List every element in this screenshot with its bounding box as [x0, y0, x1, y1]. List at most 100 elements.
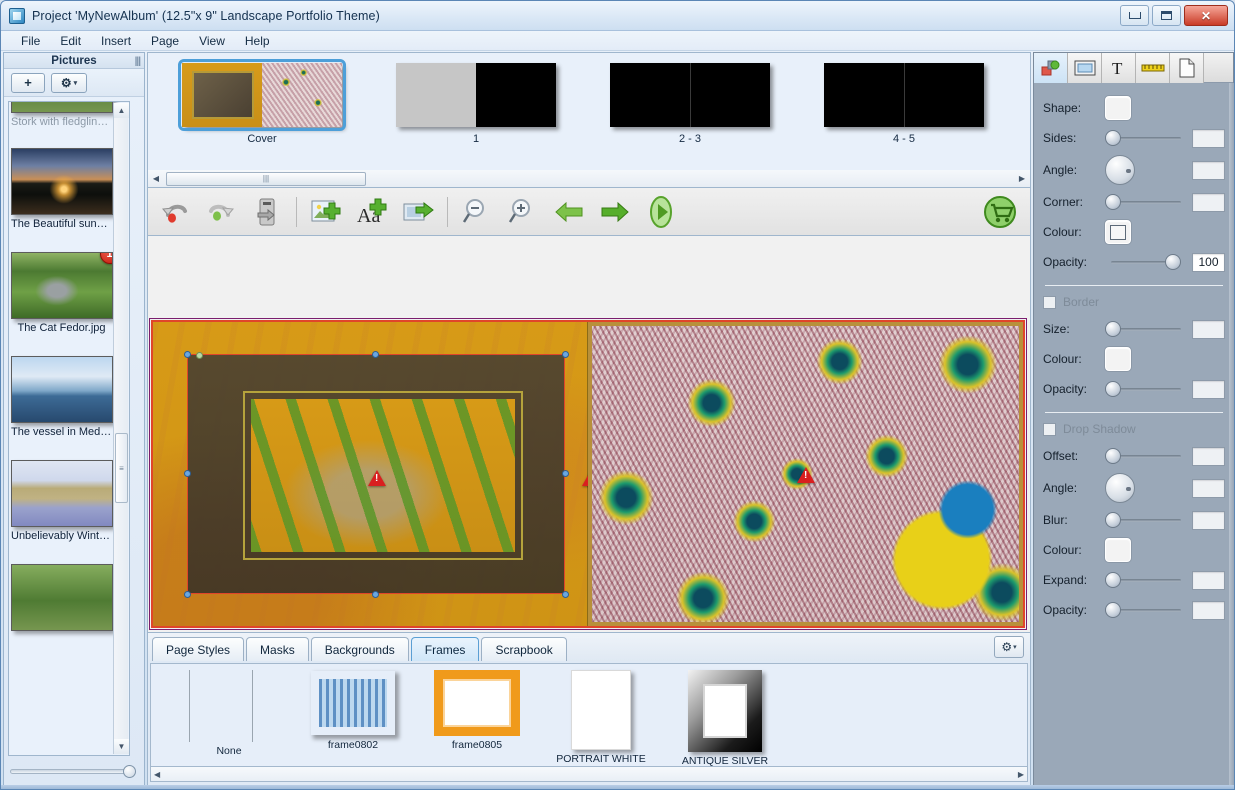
scrollbar-thumb[interactable]: |||: [166, 171, 366, 186]
sides-slider[interactable]: [1105, 130, 1181, 146]
frame-item-antique-silver[interactable]: ANTIQUE SILVER: [677, 670, 773, 767]
list-item[interactable]: Stork with fledglings...: [9, 102, 114, 128]
corner-value[interactable]: [1192, 192, 1225, 212]
page-thumb-4-5[interactable]: 4 - 5: [824, 63, 984, 145]
pictures-scrollbar[interactable]: ▲ ≡ ▼: [113, 103, 129, 754]
canvas-left-page[interactable]: [153, 322, 600, 626]
tab-text-properties[interactable]: T: [1102, 53, 1136, 83]
scroll-down-icon[interactable]: ▼: [114, 739, 129, 754]
page-thumbnail[interactable]: [824, 63, 984, 127]
shadow-angle-value[interactable]: [1192, 478, 1225, 498]
tab-frames[interactable]: Frames: [410, 637, 480, 661]
colour-swatch[interactable]: [1105, 220, 1131, 244]
resize-handle-s[interactable]: [372, 591, 379, 598]
shadow-blur-slider[interactable]: [1105, 512, 1181, 528]
page-thumb-cover[interactable]: Cover: [178, 59, 346, 145]
page-spread[interactable]: [149, 318, 1027, 630]
tab-frame-properties[interactable]: [1068, 53, 1102, 83]
frame-item-0802[interactable]: frame0802: [305, 670, 401, 751]
warning-icon[interactable]: [797, 467, 815, 483]
sidebar-grip-icon[interactable]: |||: [135, 56, 141, 67]
next-page-button[interactable]: [594, 192, 636, 232]
border-opacity-value[interactable]: [1192, 379, 1225, 399]
frame-item-none[interactable]: None: [181, 670, 277, 757]
page-canvas[interactable]: [147, 236, 1031, 633]
add-text-button[interactable]: Aa: [351, 192, 393, 232]
frame-preview[interactable]: [310, 670, 396, 736]
menu-item-view[interactable]: View: [189, 32, 235, 50]
scroll-right-icon[interactable]: ▶: [1018, 770, 1024, 779]
pictures-options-button[interactable]: ⚙ ▾: [51, 72, 87, 93]
page-thumbnail[interactable]: [610, 63, 770, 127]
tab-scrapbook[interactable]: Scrapbook: [481, 637, 567, 661]
menu-item-file[interactable]: File: [11, 32, 50, 50]
preview-button[interactable]: [640, 192, 682, 232]
zoom-out-button[interactable]: [456, 192, 498, 232]
frames-scrollbar[interactable]: ◀ ▶: [150, 766, 1028, 782]
tab-ruler-properties[interactable]: [1136, 53, 1170, 83]
list-item[interactable]: Unbelievably Winter....: [9, 460, 114, 542]
picture-thumbnail[interactable]: [10, 102, 113, 113]
scrollbar-thumb[interactable]: ≡: [115, 433, 128, 503]
save-button[interactable]: [246, 192, 288, 232]
resize-handle-se[interactable]: [562, 591, 569, 598]
angle-value[interactable]: [1192, 160, 1225, 180]
scroll-left-icon[interactable]: ◀: [154, 770, 160, 779]
opacity-slider[interactable]: [1105, 254, 1181, 270]
tab-shape-properties[interactable]: [1034, 53, 1068, 83]
shadow-opacity-value[interactable]: [1192, 600, 1225, 620]
sides-value[interactable]: [1192, 128, 1225, 148]
list-item[interactable]: The Beautiful sunse...: [9, 148, 114, 230]
menu-item-insert[interactable]: Insert: [91, 32, 141, 50]
scroll-right-icon[interactable]: ▶: [1014, 171, 1030, 187]
tab-backgrounds[interactable]: Backgrounds: [310, 637, 409, 661]
picture-thumbnail[interactable]: [10, 148, 113, 215]
library-options-button[interactable]: ⚙ ▾: [994, 636, 1024, 658]
picture-thumbnail[interactable]: [10, 356, 113, 423]
opacity-value[interactable]: 100: [1192, 252, 1225, 272]
zoom-in-button[interactable]: [502, 192, 544, 232]
tab-page-properties[interactable]: [1170, 53, 1204, 83]
redo-button[interactable]: [200, 192, 242, 232]
frame-item-portrait-white[interactable]: PORTRAIT WHITE: [553, 670, 649, 765]
list-item[interactable]: The vessel in Medite...: [9, 356, 114, 438]
shadow-expand-value[interactable]: [1192, 570, 1225, 590]
canvas-right-page[interactable]: [588, 322, 1023, 626]
page-strip-scrollbar[interactable]: ◀ ||| ▶: [147, 170, 1031, 188]
frames-gallery[interactable]: None frame0802 frame0805 PORTRAIT WHITE …: [150, 663, 1028, 767]
add-picture-button[interactable]: [305, 192, 347, 232]
undo-button[interactable]: [154, 192, 196, 232]
shadow-opacity-slider[interactable]: [1105, 602, 1181, 618]
slider-knob[interactable]: [123, 764, 136, 778]
frame-item-0805[interactable]: frame0805: [429, 670, 525, 751]
picture-thumbnail[interactable]: [10, 460, 113, 527]
frame-preview[interactable]: [688, 670, 762, 752]
shadow-offset-value[interactable]: [1192, 446, 1225, 466]
pictures-list[interactable]: Stork with fledglings... The Beautiful s…: [8, 101, 130, 756]
border-size-value[interactable]: [1192, 319, 1225, 339]
menu-item-help[interactable]: Help: [235, 32, 280, 50]
menu-item-page[interactable]: Page: [141, 32, 189, 50]
scroll-up-icon[interactable]: ▲: [114, 103, 129, 118]
border-colour-swatch[interactable]: [1105, 347, 1131, 371]
border-opacity-slider[interactable]: [1105, 381, 1181, 397]
resize-handle-nw[interactable]: [184, 351, 191, 358]
scroll-left-icon[interactable]: ◀: [148, 171, 164, 187]
shape-swatch[interactable]: [1105, 96, 1131, 120]
tab-page-styles[interactable]: Page Styles: [152, 637, 245, 661]
add-picture-button[interactable]: +: [11, 72, 45, 93]
resize-handle-ne[interactable]: [562, 351, 569, 358]
minimize-button[interactable]: [1120, 5, 1149, 26]
resize-handle-sw[interactable]: [184, 591, 191, 598]
maximize-button[interactable]: [1152, 5, 1181, 26]
drop-shadow-checkbox[interactable]: [1043, 422, 1056, 436]
rotate-handle[interactable]: [196, 352, 203, 359]
tab-masks[interactable]: Masks: [246, 637, 309, 661]
page-thumbnail[interactable]: [178, 59, 346, 131]
previous-page-button[interactable]: [548, 192, 590, 232]
shadow-colour-swatch[interactable]: [1105, 538, 1131, 562]
shadow-blur-value[interactable]: [1192, 510, 1225, 530]
border-checkbox[interactable]: [1043, 295, 1056, 309]
frame-preview[interactable]: [189, 670, 269, 742]
picture-thumbnail[interactable]: 1: [10, 252, 113, 319]
